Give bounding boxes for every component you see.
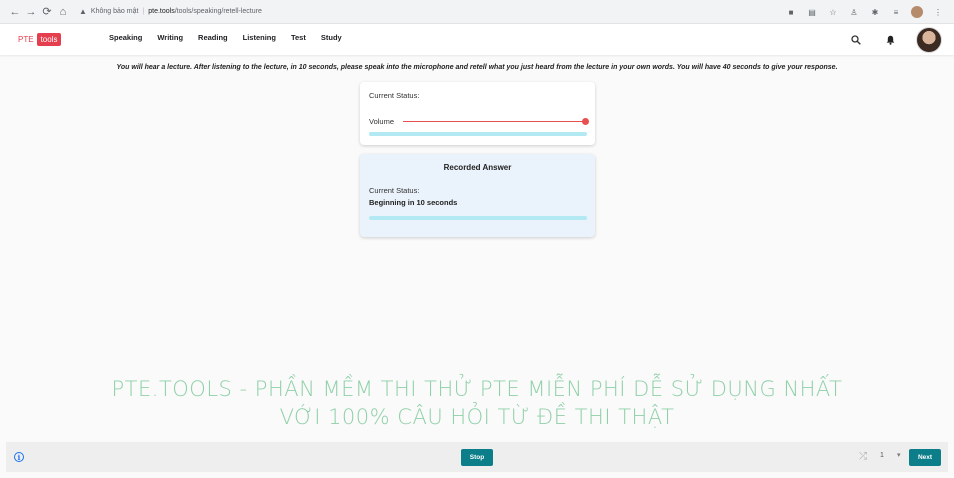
volume-label: Volume xyxy=(369,116,395,126)
recorder-progress-bar xyxy=(369,132,587,136)
header-actions xyxy=(848,26,942,53)
nav-item-listening[interactable]: Listening xyxy=(243,33,276,42)
next-button[interactable]: Next xyxy=(909,449,941,466)
nav-item-reading[interactable]: Reading xyxy=(198,33,228,42)
volume-slider-thumb[interactable] xyxy=(582,117,589,125)
avatar[interactable] xyxy=(916,26,942,53)
security-label: Không bảo mật xyxy=(90,8,139,15)
recorded-answer-title: Recorded Answer xyxy=(443,163,512,172)
reload-icon[interactable]: ⟳ xyxy=(41,5,53,19)
forward-arrow-icon[interactable]: → xyxy=(25,5,37,19)
warning-triangle-icon: ▲ xyxy=(79,7,87,16)
app-header: PTE tools Speaking Writing Reading Liste… xyxy=(0,24,954,55)
main-nav: Speaking Writing Reading Listening Test … xyxy=(109,33,357,42)
caret-down-icon[interactable]: ▾ xyxy=(897,451,901,459)
url-host: pte.tools xyxy=(148,8,175,15)
current-status-label: Current Status: xyxy=(369,186,420,195)
bell-icon[interactable] xyxy=(882,32,898,48)
info-icon[interactable]: i xyxy=(14,452,24,462)
nav-item-speaking[interactable]: Speaking xyxy=(109,33,142,42)
footer-bar: i Stop ⤮ 1 ▾ Next xyxy=(6,442,948,472)
current-status-value: Beginning in 10 seconds xyxy=(369,198,458,207)
volume-control: Volume xyxy=(369,116,589,126)
menu-dots-icon[interactable]: ⋮ xyxy=(930,4,946,20)
watermark-line-1: PTE.TOOLS - PHẦN MỀM THI THỬ PTE MIỄN PH… xyxy=(111,377,843,401)
page: ← → ⟳ ⌂ ▲ Không bảo mật | pte.tools /too… xyxy=(0,0,954,478)
logo[interactable]: PTE tools xyxy=(18,32,62,46)
question-number[interactable]: 1 xyxy=(880,452,884,459)
search-icon[interactable] xyxy=(848,32,864,48)
current-status-label: Current Status: xyxy=(369,91,420,100)
watermark-line-2: VỚI 100% CÂU HỎI TỪ ĐỀ THI THẬT xyxy=(279,405,675,429)
stop-button[interactable]: Stop xyxy=(461,449,493,466)
puzzle-icon[interactable]: ✱ xyxy=(867,4,883,20)
address-bar[interactable]: ▲ Không bảo mật | pte.tools /tools/speak… xyxy=(79,5,262,19)
logo-text-tools: tools xyxy=(36,32,62,46)
camera-icon[interactable]: ■ xyxy=(783,4,799,20)
shuffle-icon[interactable]: ⤮ xyxy=(859,451,867,462)
nav-item-test[interactable]: Test xyxy=(291,33,306,42)
address-separator: | xyxy=(142,8,145,15)
playlist-icon[interactable]: ≡ xyxy=(888,4,904,20)
extension-person-icon[interactable]: ♙ xyxy=(846,4,862,20)
home-icon[interactable]: ⌂ xyxy=(57,5,69,19)
profile-avatar-icon[interactable] xyxy=(909,4,925,20)
watermark-text: PTE.TOOLS - PHẦN MỀM THI THỬ PTE MIỄN PH… xyxy=(0,375,954,431)
nav-item-study[interactable]: Study xyxy=(321,33,342,42)
star-icon[interactable]: ☆ xyxy=(825,4,841,20)
recorder-card: Current Status: Volume xyxy=(360,82,595,145)
translate-icon[interactable]: ▤ xyxy=(804,4,820,20)
logo-text-pte: PTE xyxy=(18,34,34,44)
recorded-answer-card: Recorded Answer Current Status: Beginnin… xyxy=(360,154,595,237)
nav-item-writing[interactable]: Writing xyxy=(157,33,183,42)
instruction-text: You will hear a lecture. After listening… xyxy=(116,64,838,71)
browser-actions: ■ ▤ ☆ ♙ ✱ ≡ ⋮ xyxy=(778,0,946,24)
recorded-answer-progress-bar xyxy=(369,216,587,220)
volume-slider[interactable] xyxy=(403,117,589,125)
browser-toolbar: ← → ⟳ ⌂ ▲ Không bảo mật | pte.tools /too… xyxy=(0,0,954,24)
url-path: /tools/speaking/retell-lecture xyxy=(174,8,262,15)
back-arrow-icon[interactable]: ← xyxy=(9,5,21,19)
